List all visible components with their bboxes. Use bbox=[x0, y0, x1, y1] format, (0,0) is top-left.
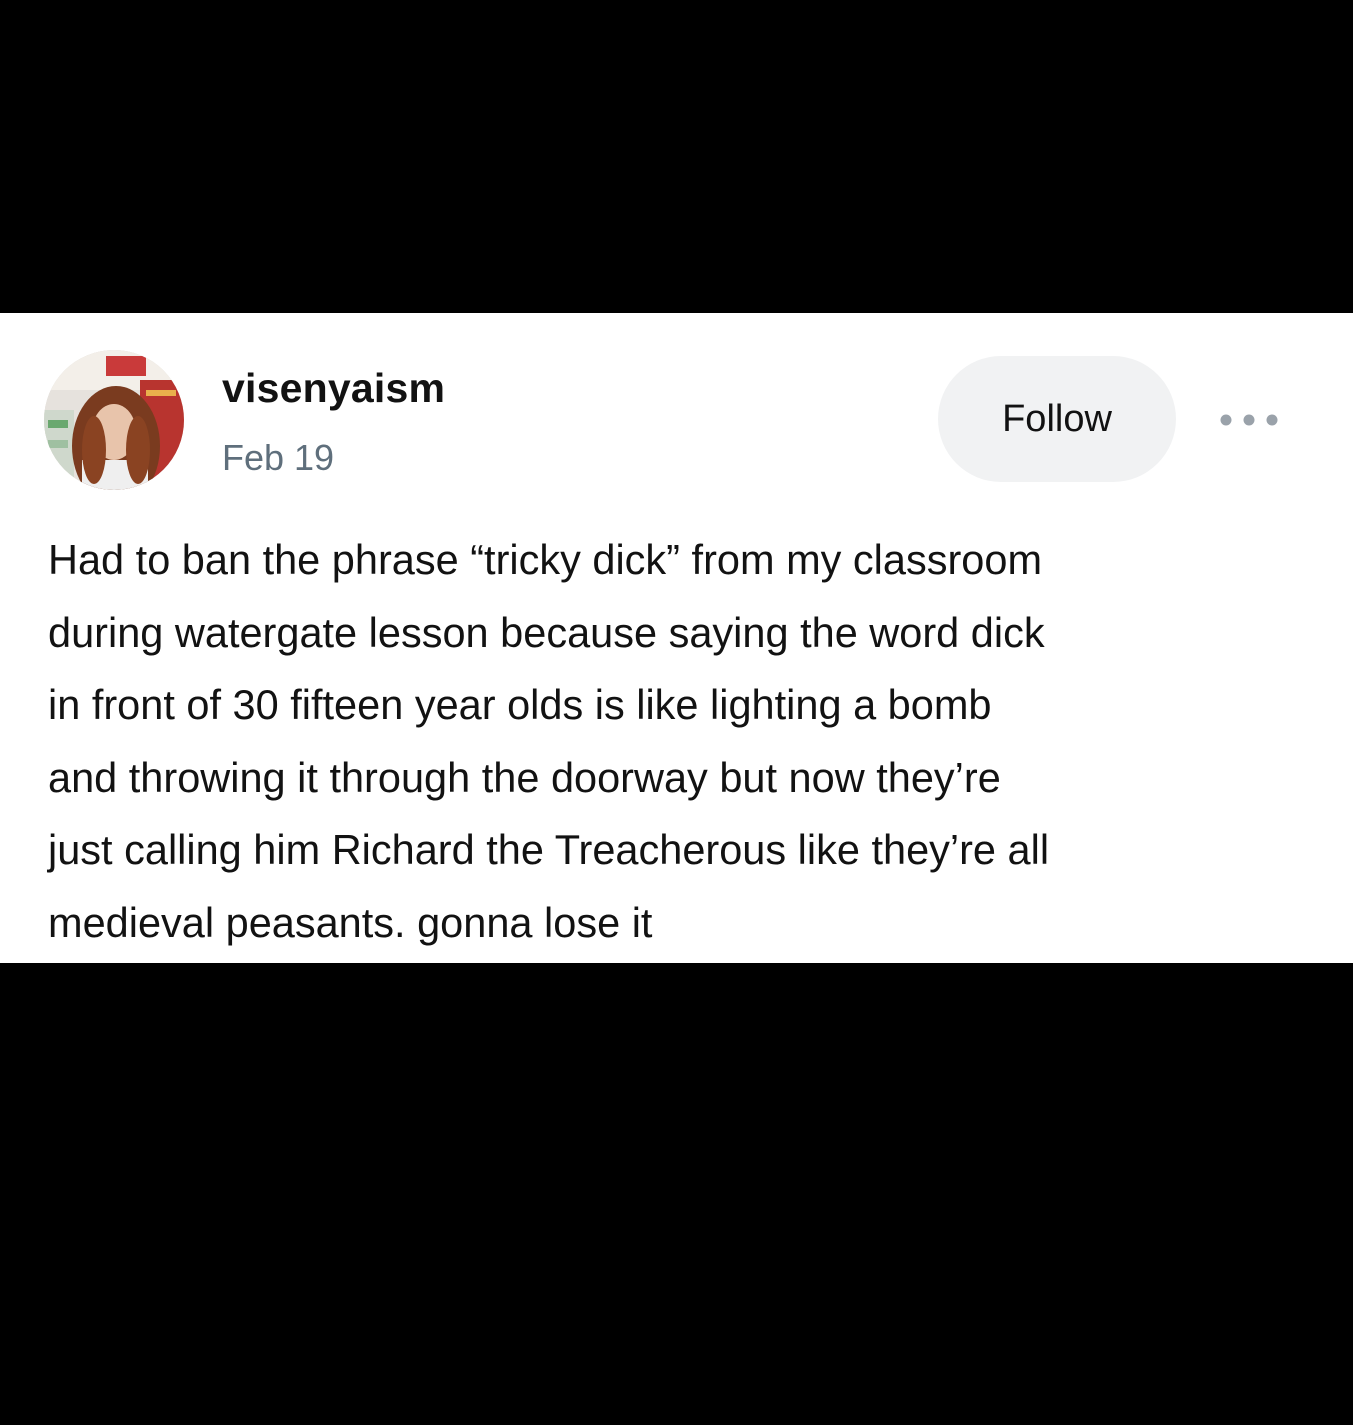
more-options-button[interactable] bbox=[1212, 400, 1286, 440]
post-text-line: Had to ban the phrase “tricky dick” from… bbox=[48, 536, 1043, 583]
avatar-photo bbox=[44, 350, 184, 490]
post-text-line: in front of 30 fifteen year olds is like… bbox=[48, 681, 992, 728]
follow-button[interactable]: Follow bbox=[938, 356, 1176, 482]
post-text-line: during watergate lesson because saying t… bbox=[48, 608, 1045, 656]
user-avatar[interactable] bbox=[44, 350, 184, 490]
post-text-line: just calling him Richard the Treacherous… bbox=[48, 826, 1050, 873]
username[interactable]: visenyaism bbox=[222, 362, 445, 414]
post-text-line: and throwing it through the doorway but … bbox=[48, 753, 1001, 801]
post-date[interactable]: Feb 19 bbox=[222, 434, 334, 482]
more-horizontal-icon bbox=[1220, 414, 1278, 426]
post-text: Had to ban the phrase “tricky dick” from… bbox=[48, 524, 1338, 959]
post-text-line: medieval peasants. gonna lose it bbox=[48, 898, 653, 946]
